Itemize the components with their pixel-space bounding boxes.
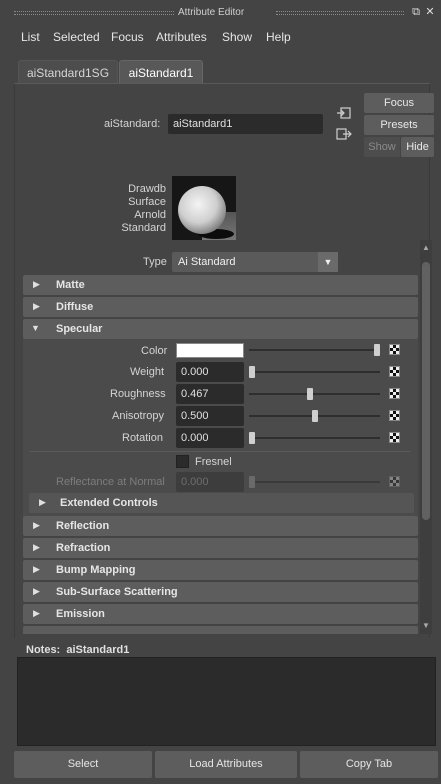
type-dropdown[interactable]: Ai Standard ▼ — [172, 252, 338, 272]
focus-button[interactable]: Focus — [364, 93, 434, 113]
output-connections-icon[interactable] — [336, 127, 352, 141]
section-matte[interactable]: ▶ Matte — [23, 275, 418, 295]
notes-label: Notes: aiStandard1 — [26, 644, 130, 656]
title-bar[interactable]: Attribute Editor ⧉ ✕ — [0, 0, 441, 26]
section-extended-controls[interactable]: ▶ Extended Controls — [29, 493, 414, 513]
weight-slider-track[interactable] — [249, 371, 380, 373]
tab-aistandard1sg[interactable]: aiStandard1SG — [18, 60, 118, 84]
scroll-thumb[interactable] — [422, 262, 430, 520]
rotation-label: Rotation — [122, 432, 163, 444]
anisotropy-map-icon[interactable] — [389, 410, 400, 421]
fresnel-checkbox[interactable] — [176, 455, 189, 468]
specular-divider — [30, 451, 410, 452]
scroll-up-icon[interactable]: ▲ — [420, 242, 432, 254]
weight-field[interactable]: 0.000 — [176, 362, 244, 382]
menu-bar: List Selected Focus Attributes Show Help — [0, 26, 441, 48]
weight-label: Weight — [130, 366, 165, 378]
rotation-slider-track[interactable] — [249, 437, 380, 439]
reflectance-label: Reflectance at Normal — [56, 476, 165, 488]
node-name-label: aiStandard: — [104, 118, 161, 130]
title-grip-right[interactable] — [276, 11, 404, 15]
color-label: Color — [141, 345, 168, 357]
load-attributes-button[interactable]: Load Attributes — [155, 751, 297, 778]
anisotropy-slider-handle[interactable] — [311, 410, 318, 422]
tab-aistandard1[interactable]: aiStandard1 — [119, 60, 203, 84]
type-label: Type — [143, 256, 167, 268]
anisotropy-field[interactable]: 0.500 — [176, 406, 244, 426]
show-button[interactable]: Show — [364, 137, 400, 157]
roughness-slider-handle[interactable] — [307, 388, 314, 400]
section-partial[interactable] — [23, 626, 418, 634]
color-slider-handle[interactable] — [374, 344, 380, 356]
material-swatch-preview[interactable] — [172, 176, 236, 240]
section-refraction[interactable]: ▶ Refraction — [23, 538, 418, 558]
window-title: Attribute Editor — [178, 7, 245, 18]
menu-help[interactable]: Help — [266, 30, 291, 44]
color-slider-track[interactable] — [249, 349, 380, 351]
section-specular[interactable]: ▼ Specular — [23, 319, 418, 339]
expand-arrow-icon: ▶ — [33, 564, 40, 574]
section-diffuse[interactable]: ▶ Diffuse — [23, 297, 418, 317]
rotation-field[interactable]: 0.000 — [176, 428, 244, 448]
hide-button[interactable]: Hide — [401, 137, 434, 157]
float-window-icon[interactable]: ⧉ — [410, 6, 422, 18]
section-emission[interactable]: ▶ Emission — [23, 604, 418, 624]
expand-arrow-icon: ▶ — [33, 542, 40, 552]
menu-show[interactable]: Show — [222, 30, 252, 44]
fresnel-label: Fresnel — [195, 456, 232, 468]
roughness-map-icon[interactable] — [389, 388, 400, 399]
input-connections-icon[interactable] — [336, 106, 352, 120]
node-tabs: aiStandard1SG aiStandard1 — [0, 60, 441, 84]
anisotropy-label: Anisotropy — [112, 410, 164, 422]
rotation-map-icon[interactable] — [389, 432, 400, 443]
color-swatch[interactable] — [176, 343, 244, 358]
rotation-slider-handle[interactable] — [249, 432, 255, 444]
type-value: Ai Standard — [178, 256, 236, 268]
collapse-arrow-icon: ▼ — [31, 323, 40, 333]
expand-arrow-icon: ▶ — [33, 520, 40, 530]
expand-arrow-icon: ▶ — [33, 586, 40, 596]
reflectance-field[interactable]: 0.000 — [176, 472, 244, 492]
select-button[interactable]: Select — [14, 751, 152, 778]
section-reflection[interactable]: ▶ Reflection — [23, 516, 418, 536]
color-map-icon[interactable] — [389, 344, 400, 355]
expand-arrow-icon: ▶ — [33, 279, 40, 289]
section-sub-surface-scattering[interactable]: ▶ Sub-Surface Scattering — [23, 582, 418, 602]
reflectance-map-icon[interactable] — [389, 476, 400, 487]
roughness-slider-track[interactable] — [249, 393, 380, 395]
menu-selected[interactable]: Selected — [53, 30, 100, 44]
expand-arrow-icon: ▶ — [33, 301, 40, 311]
roughness-field[interactable]: 0.467 — [176, 384, 244, 404]
copy-tab-button[interactable]: Copy Tab — [300, 751, 438, 778]
close-icon[interactable]: ✕ — [424, 6, 436, 18]
expand-arrow-icon: ▶ — [33, 608, 40, 618]
menu-list[interactable]: List — [21, 30, 40, 44]
title-grip-left[interactable] — [14, 11, 174, 15]
presets-button[interactable]: Presets — [364, 115, 434, 135]
reflectance-slider-track[interactable] — [249, 481, 380, 483]
reflectance-slider-handle[interactable] — [249, 476, 255, 488]
node-name-field[interactable]: aiStandard1 — [168, 114, 323, 134]
weight-slider-handle[interactable] — [249, 366, 255, 378]
section-bump-mapping[interactable]: ▶ Bump Mapping — [23, 560, 418, 580]
menu-attributes[interactable]: Attributes — [156, 30, 207, 44]
scroll-down-icon[interactable]: ▼ — [420, 620, 432, 632]
notes-textarea[interactable] — [17, 657, 436, 746]
chevron-down-icon: ▼ — [318, 252, 338, 272]
weight-map-icon[interactable] — [389, 366, 400, 377]
menu-focus[interactable]: Focus — [111, 30, 144, 44]
swatch-caption: Drawdb Surface Arnold Standard — [121, 183, 166, 234]
expand-arrow-icon: ▶ — [39, 497, 46, 507]
roughness-label: Roughness — [110, 388, 166, 400]
